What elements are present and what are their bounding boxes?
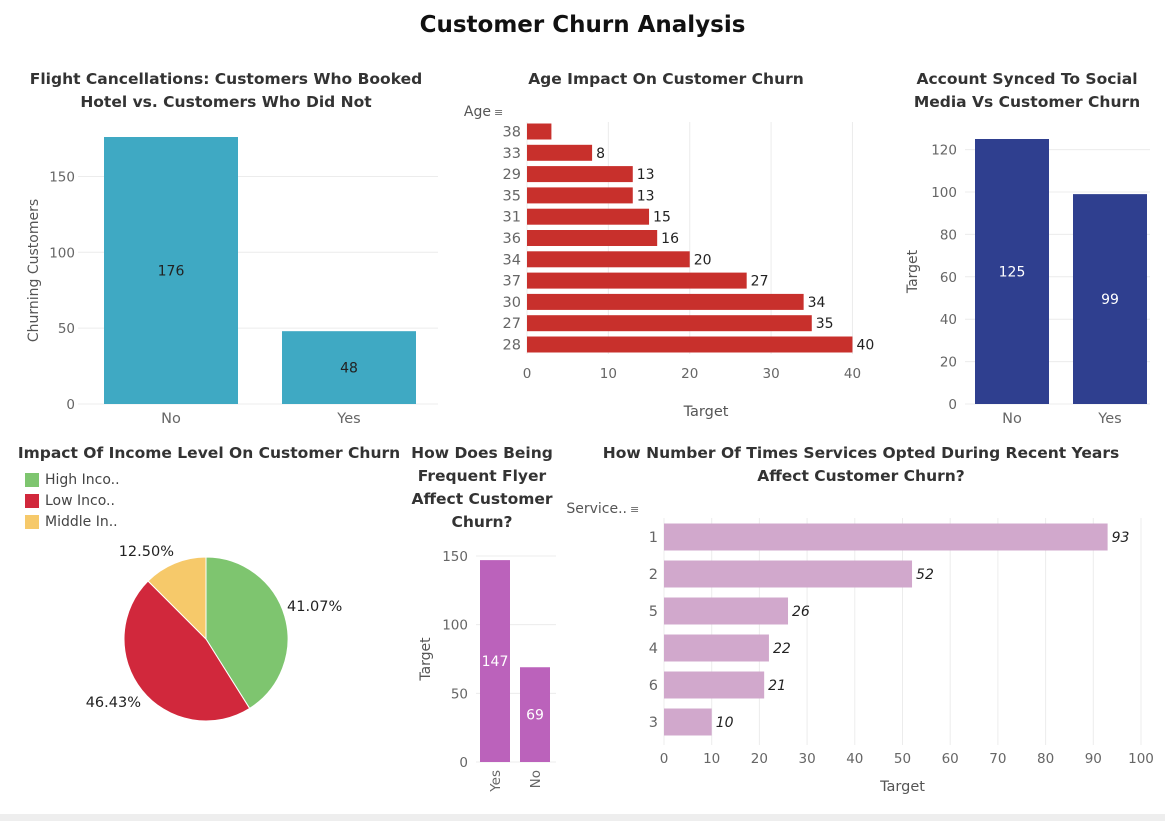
bar [664, 523, 1108, 551]
bottom-scrollbar[interactable] [0, 814, 1165, 821]
x-tick-label: 100 [1128, 751, 1154, 767]
x-tick-label: 60 [942, 751, 959, 767]
bar [664, 634, 769, 662]
bar [664, 671, 765, 699]
x-tick-label: 10 [703, 751, 720, 767]
x-tick-label: 0 [660, 751, 669, 767]
bar [664, 708, 712, 736]
bar-value-label: 93 [1112, 530, 1130, 546]
x-tick-label: 20 [751, 751, 768, 767]
x-tick-label: 50 [894, 751, 911, 767]
x-axis-label: Target [879, 779, 925, 795]
y-tick-label: 3 [649, 715, 658, 731]
sort-icon: ≡ [630, 503, 639, 516]
bar [664, 597, 789, 625]
bar-value-label: 21 [768, 678, 786, 694]
x-tick-label: 70 [989, 751, 1006, 767]
y-tick-label: 6 [649, 678, 658, 694]
x-tick-label: 80 [1037, 751, 1054, 767]
x-tick-label: 40 [846, 751, 863, 767]
y-axis-label: Service.. [566, 501, 627, 517]
bar [664, 560, 913, 588]
x-tick-label: 30 [799, 751, 816, 767]
x-tick-label: 90 [1085, 751, 1102, 767]
bar-value-label: 10 [716, 715, 734, 731]
y-tick-label: 2 [649, 567, 658, 583]
services-bar-chart: 0 10 20 30 40 50 60 70 80 90 100 Target Service.. ≡ 1 9… [566, 501, 1154, 795]
bar-value-label: 22 [773, 641, 791, 657]
bar-value-label: 26 [792, 604, 810, 620]
y-tick-label: 4 [649, 641, 658, 657]
y-tick-label: 1 [649, 530, 658, 546]
y-tick-label: 5 [649, 604, 658, 620]
bar-value-label: 52 [916, 567, 934, 583]
